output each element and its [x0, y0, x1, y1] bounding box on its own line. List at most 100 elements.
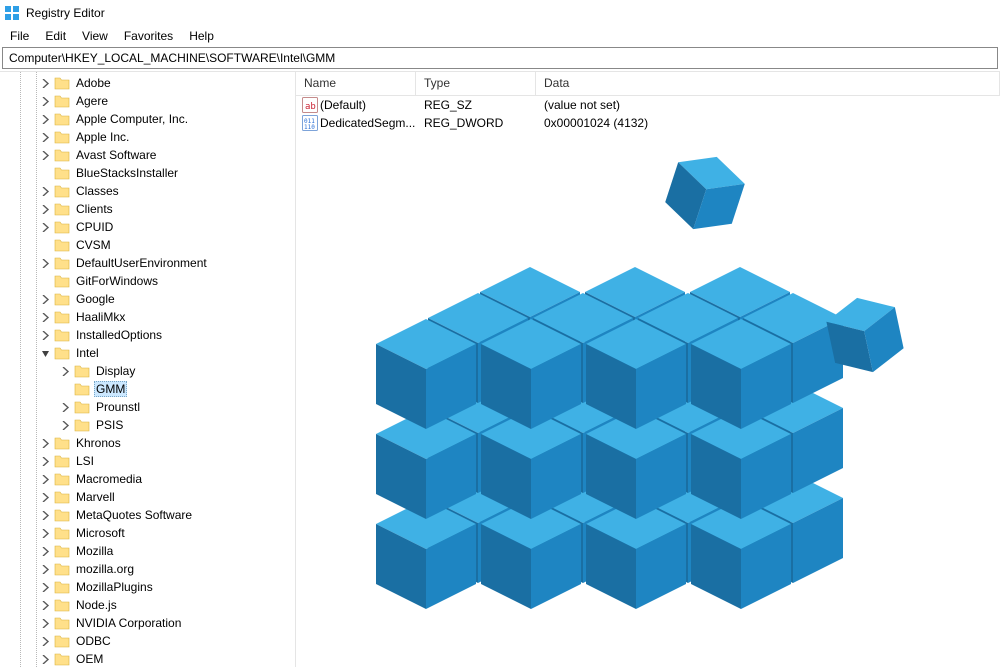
tree-item[interactable]: MetaQuotes Software	[0, 506, 295, 524]
value-data: 0x00001024 (4132)	[536, 116, 1000, 130]
chevron-right-icon[interactable]	[58, 418, 72, 432]
chevron-right-icon[interactable]	[38, 310, 52, 324]
chevron-right-icon[interactable]	[38, 76, 52, 90]
tree-item[interactable]: Microsoft	[0, 524, 295, 542]
address-input[interactable]	[7, 50, 993, 66]
menu-help[interactable]: Help	[181, 27, 222, 45]
tree-item-label: PSIS	[94, 417, 125, 433]
folder-icon	[54, 435, 70, 451]
tree-item[interactable]: Intel	[0, 344, 295, 362]
chevron-down-icon[interactable]	[38, 346, 52, 360]
chevron-right-icon[interactable]	[38, 436, 52, 450]
tree-item[interactable]: Khronos	[0, 434, 295, 452]
tree-pane[interactable]: AdobeAgereApple Computer, Inc.Apple Inc.…	[0, 72, 296, 667]
tree-item[interactable]: Apple Inc.	[0, 128, 295, 146]
chevron-right-icon[interactable]	[38, 256, 52, 270]
tree-item[interactable]: Macromedia	[0, 470, 295, 488]
tree-item-label: CVSM	[74, 237, 113, 253]
chevron-right-icon[interactable]	[38, 454, 52, 468]
folder-icon	[54, 147, 70, 163]
regedit-icon	[4, 5, 20, 21]
tree-item[interactable]: Display	[0, 362, 295, 380]
tree-item-label: BlueStacksInstaller	[74, 165, 180, 181]
value-data: (value not set)	[536, 98, 1000, 112]
chevron-right-icon[interactable]	[38, 544, 52, 558]
chevron-right-icon[interactable]	[38, 580, 52, 594]
folder-icon	[54, 543, 70, 559]
column-data[interactable]: Data	[536, 72, 1000, 95]
tree-item[interactable]: ODBC	[0, 632, 295, 650]
tree-item-label: ODBC	[74, 633, 113, 649]
address-bar[interactable]	[2, 47, 998, 69]
tree-item[interactable]: Avast Software	[0, 146, 295, 164]
value-row[interactable]: DedicatedSegm...REG_DWORD0x00001024 (413…	[296, 114, 1000, 132]
registry-tree[interactable]: AdobeAgereApple Computer, Inc.Apple Inc.…	[0, 72, 295, 667]
chevron-right-icon[interactable]	[38, 562, 52, 576]
tree-item[interactable]: GMM	[0, 380, 295, 398]
tree-item[interactable]: Google	[0, 290, 295, 308]
chevron-right-icon[interactable]	[38, 292, 52, 306]
tree-item[interactable]: GitForWindows	[0, 272, 295, 290]
tree-item[interactable]: mozilla.org	[0, 560, 295, 578]
menu-view[interactable]: View	[74, 27, 116, 45]
tree-item[interactable]: Classes	[0, 182, 295, 200]
chevron-right-icon[interactable]	[38, 220, 52, 234]
tree-item[interactable]: Apple Computer, Inc.	[0, 110, 295, 128]
chevron-right-icon[interactable]	[38, 130, 52, 144]
tree-item-label: Agere	[74, 93, 110, 109]
tree-item[interactable]: Clients	[0, 200, 295, 218]
folder-icon	[54, 345, 70, 361]
chevron-right-icon[interactable]	[38, 328, 52, 342]
chevron-right-icon[interactable]	[38, 616, 52, 630]
tree-item[interactable]: NVIDIA Corporation	[0, 614, 295, 632]
chevron-right-icon[interactable]	[38, 148, 52, 162]
folder-icon	[54, 507, 70, 523]
folder-icon	[54, 183, 70, 199]
column-type[interactable]: Type	[416, 72, 536, 95]
menu-edit[interactable]: Edit	[37, 27, 74, 45]
chevron-right-icon[interactable]	[58, 400, 72, 414]
chevron-right-icon[interactable]	[38, 112, 52, 126]
chevron-right-icon[interactable]	[38, 598, 52, 612]
tree-item[interactable]: HaaliMkx	[0, 308, 295, 326]
list-body[interactable]: (Default)REG_SZ(value not set)DedicatedS…	[296, 96, 1000, 132]
menu-file[interactable]: File	[2, 27, 37, 45]
tree-item[interactable]: DefaultUserEnvironment	[0, 254, 295, 272]
value-list-pane: Name Type Data (Default)REG_SZ(value not…	[296, 72, 1000, 667]
folder-icon	[54, 201, 70, 217]
tree-item[interactable]: LSI	[0, 452, 295, 470]
chevron-right-icon[interactable]	[38, 634, 52, 648]
tree-item[interactable]: BlueStacksInstaller	[0, 164, 295, 182]
tree-item[interactable]: Agere	[0, 92, 295, 110]
chevron-right-icon[interactable]	[38, 184, 52, 198]
folder-icon	[54, 75, 70, 91]
expander-none	[58, 382, 72, 396]
chevron-right-icon[interactable]	[38, 472, 52, 486]
chevron-right-icon[interactable]	[58, 364, 72, 378]
tree-item[interactable]: InstalledOptions	[0, 326, 295, 344]
chevron-right-icon[interactable]	[38, 508, 52, 522]
tree-item[interactable]: OEM	[0, 650, 295, 667]
tree-item[interactable]: MozillaPlugins	[0, 578, 295, 596]
tree-item-label: mozilla.org	[74, 561, 136, 577]
tree-item[interactable]: CPUID	[0, 218, 295, 236]
value-row[interactable]: (Default)REG_SZ(value not set)	[296, 96, 1000, 114]
chevron-right-icon[interactable]	[38, 490, 52, 504]
tree-item[interactable]: CVSM	[0, 236, 295, 254]
tree-item[interactable]: PSIS	[0, 416, 295, 434]
chevron-right-icon[interactable]	[38, 652, 52, 666]
tree-item[interactable]: Prounstl	[0, 398, 295, 416]
tree-item[interactable]: Mozilla	[0, 542, 295, 560]
chevron-right-icon[interactable]	[38, 526, 52, 540]
list-header[interactable]: Name Type Data	[296, 72, 1000, 96]
value-type: REG_SZ	[416, 98, 536, 112]
column-name[interactable]: Name	[296, 72, 416, 95]
menu-favorites[interactable]: Favorites	[116, 27, 181, 45]
chevron-right-icon[interactable]	[38, 202, 52, 216]
chevron-right-icon[interactable]	[38, 94, 52, 108]
tree-item[interactable]: Node.js	[0, 596, 295, 614]
tree-item[interactable]: Marvell	[0, 488, 295, 506]
tree-item-label: CPUID	[74, 219, 115, 235]
expander-none	[38, 166, 52, 180]
tree-item[interactable]: Adobe	[0, 74, 295, 92]
